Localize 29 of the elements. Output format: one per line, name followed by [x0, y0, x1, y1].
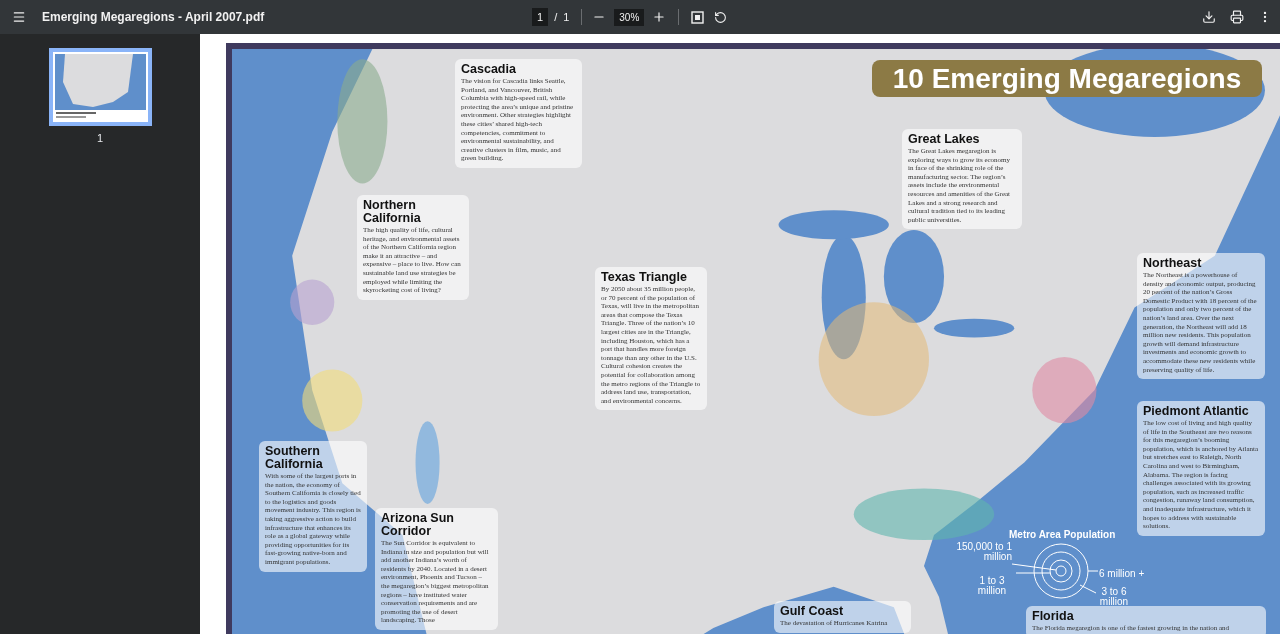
page-count: 1	[563, 9, 570, 25]
title-banner: 10 Emerging Megaregions	[872, 60, 1262, 97]
legend-title: Metro Area Population	[1009, 528, 1116, 542]
region-title: Cascadia	[461, 63, 517, 76]
region-title: Northeast	[1143, 257, 1203, 270]
download-icon[interactable]	[1202, 10, 1216, 24]
fit-page-icon[interactable]	[691, 10, 705, 24]
region-title: Piedmont Atlantic	[1143, 405, 1250, 418]
zoom-in-icon[interactable]	[652, 10, 667, 24]
zoom-field[interactable]: 30%	[614, 8, 645, 26]
legend-label: 3 to 6 million	[1098, 587, 1130, 607]
region-title: Florida	[1032, 610, 1075, 623]
region-title: Gulf Coast	[780, 605, 845, 618]
menu-icon[interactable]	[12, 10, 26, 24]
thumbnail-label: 1	[96, 131, 104, 146]
page-number-field[interactable]: 1	[532, 7, 549, 27]
legend-label: 1 to 3 million	[976, 576, 1008, 596]
document-title: Emerging Megaregions - April 2007.pdf	[42, 9, 266, 26]
print-icon[interactable]	[1230, 10, 1244, 24]
legend-label: 150,000 to 1 million	[956, 542, 1012, 562]
region-title: Great Lakes	[908, 133, 981, 146]
region-title: Texas Triangle	[601, 271, 688, 284]
region-title: Southern California	[265, 445, 324, 471]
page-thumbnail[interactable]	[48, 48, 152, 126]
region-title: Arizona Sun Corridor	[381, 512, 455, 538]
rotate-icon[interactable]	[714, 10, 728, 24]
page-separator: /	[554, 9, 558, 25]
legend-label: 6 million +	[1099, 567, 1145, 581]
region-title: Northern California	[363, 199, 422, 225]
